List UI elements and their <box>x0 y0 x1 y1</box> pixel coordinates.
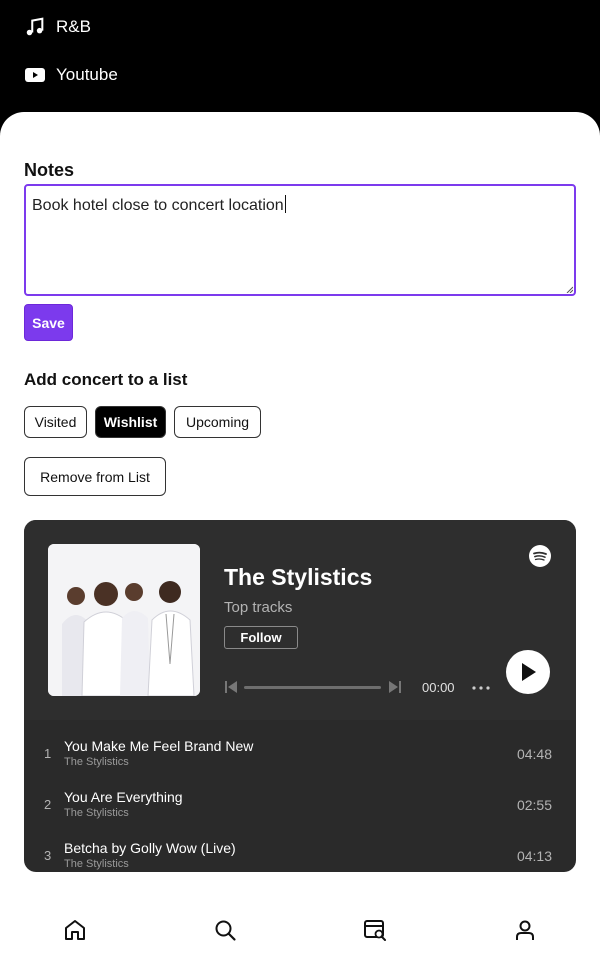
spotify-header: The Stylistics Top tracks Follow 00:00 <box>24 520 576 720</box>
youtube-icon <box>24 64 46 86</box>
track-title: You Make Me Feel Brand New <box>64 738 254 754</box>
chip-upcoming[interactable]: Upcoming <box>174 406 261 438</box>
playlist-subtitle: Top tracks <box>224 599 293 616</box>
genre-links: R&B Youtube <box>0 0 600 120</box>
track-list: 1 You Make Me Feel Brand New The Stylist… <box>24 720 576 872</box>
link-rnb[interactable]: R&B <box>24 16 91 38</box>
track-duration: 04:13 <box>516 848 552 864</box>
track-number: 2 <box>44 797 52 812</box>
link-youtube[interactable]: Youtube <box>24 64 118 86</box>
chip-wishlist[interactable]: Wishlist <box>95 406 166 438</box>
save-button[interactable]: Save <box>24 304 73 341</box>
track-artist: The Stylistics <box>64 756 129 768</box>
nav-home[interactable] <box>63 918 87 942</box>
previous-track-icon[interactable] <box>224 680 238 694</box>
track-row[interactable]: 2 You Are Everything The Stylistics 02:5… <box>24 771 576 822</box>
remove-from-list-button[interactable]: Remove from List <box>24 457 166 496</box>
more-options-icon[interactable] <box>472 686 490 690</box>
music-note-icon <box>24 16 46 38</box>
list-section-title: Add concert to a list <box>24 370 188 389</box>
bottom-navigation <box>0 888 600 964</box>
track-number: 3 <box>44 848 52 863</box>
link-youtube-label: Youtube <box>56 65 118 84</box>
text-caret <box>284 195 286 213</box>
concert-detail-sheet: Notes Book hotel close to concert locati… <box>0 112 600 964</box>
nav-profile[interactable] <box>513 918 537 942</box>
notes-textarea[interactable]: Book hotel close to concert location <box>24 184 576 296</box>
track-title: You Are Everything <box>64 789 183 805</box>
chip-visited[interactable]: Visited <box>24 406 87 438</box>
play-button[interactable] <box>506 650 550 694</box>
browse-events-icon <box>364 920 386 941</box>
track-artist: The Stylistics <box>64 858 129 870</box>
search-icon <box>215 920 236 941</box>
album-cover <box>48 544 200 696</box>
track-title: Betcha by Golly Wow (Live) <box>64 840 236 856</box>
track-row[interactable]: 3 Betcha by Golly Wow (Live) The Stylist… <box>24 822 576 872</box>
home-icon <box>65 920 85 940</box>
track-duration: 02:55 <box>516 797 552 813</box>
artist-name: The Stylistics <box>224 564 373 590</box>
profile-icon <box>516 920 534 940</box>
notes-title: Notes <box>24 160 75 180</box>
nav-browse[interactable] <box>363 918 387 942</box>
track-row[interactable]: 1 You Make Me Feel Brand New The Stylist… <box>24 720 576 771</box>
play-icon <box>522 663 536 681</box>
notes-value: Book hotel close to concert location <box>32 197 284 214</box>
nav-search[interactable] <box>213 918 237 942</box>
link-rnb-label: R&B <box>56 17 91 36</box>
playback-time: 00:00 <box>422 680 455 695</box>
next-track-icon[interactable] <box>388 680 402 694</box>
progress-bar[interactable] <box>244 686 381 689</box>
spotify-logo-icon[interactable] <box>528 544 552 568</box>
spotify-embed: The Stylistics Top tracks Follow 00:00 1… <box>24 520 576 872</box>
follow-button[interactable]: Follow <box>224 626 298 649</box>
track-duration: 04:48 <box>516 746 552 762</box>
resize-handle-icon[interactable] <box>565 285 573 293</box>
track-number: 1 <box>44 746 52 761</box>
track-artist: The Stylistics <box>64 807 129 819</box>
